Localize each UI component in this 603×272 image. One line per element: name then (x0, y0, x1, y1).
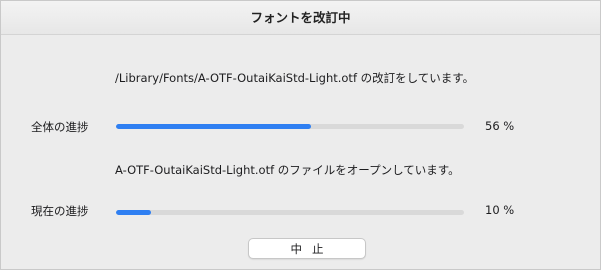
total-progress-percent: 56 % (485, 119, 515, 133)
total-progress-fill (116, 124, 311, 129)
dialog-content: /Library/Fonts/A-OTF-OutaiKaiStd-Light.o… (7, 35, 594, 263)
current-progress-percent: 10 % (485, 203, 515, 217)
current-progress-fill (116, 210, 151, 215)
current-progress-label: 現在の進捗 (31, 204, 89, 218)
file-status-message: A-OTF-OutaiKaiStd-Light.otf のファイルをオープンして… (115, 163, 460, 177)
stop-button[interactable]: 中止 (248, 238, 366, 259)
total-progress-label: 全体の進捗 (31, 120, 89, 134)
progress-dialog: フォントを改訂中 /Library/Fonts/A-OTF-OutaiKaiSt… (0, 0, 601, 270)
current-progress-bar (116, 210, 464, 215)
overall-status-message: /Library/Fonts/A-OTF-OutaiKaiStd-Light.o… (115, 71, 475, 85)
total-progress-bar (116, 124, 464, 129)
window-title: フォントを改訂中 (1, 1, 600, 35)
